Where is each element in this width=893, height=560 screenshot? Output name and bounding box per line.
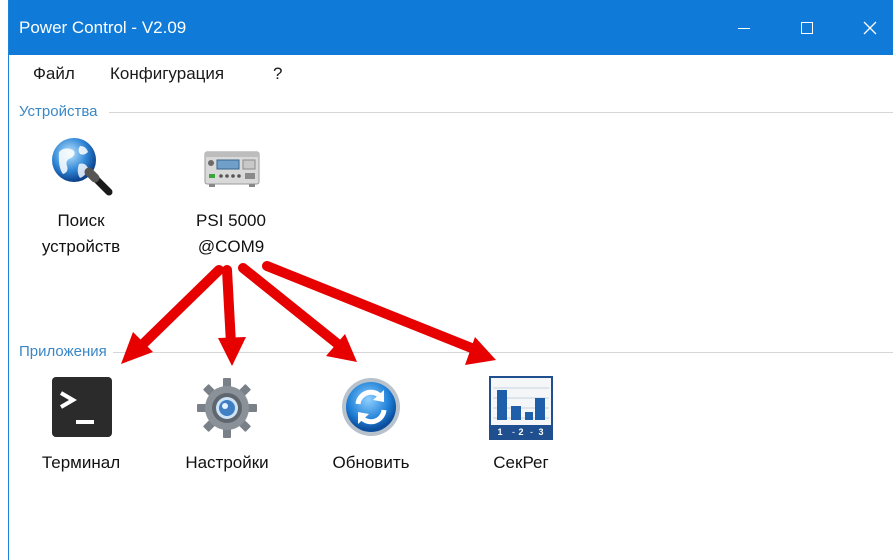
maximize-button[interactable]	[784, 0, 830, 55]
arrow-to-terminal	[135, 265, 224, 352]
window-title: Power Control - V2.09	[19, 18, 187, 37]
power-supply-icon	[204, 151, 260, 187]
tile-search-devices[interactable]: Поиск устройств	[31, 134, 131, 264]
tile-seqreg-label: СекРег	[493, 453, 549, 472]
sequence-chart-icon: 1 - 2 - 3	[489, 376, 553, 440]
tile-update-label: Обновить	[332, 453, 410, 472]
close-icon	[863, 21, 877, 34]
arrow-to-update	[238, 263, 344, 350]
globe-search-icon	[52, 138, 113, 196]
devices-group-label: Устройства	[19, 103, 98, 120]
arrow-to-settings	[222, 265, 236, 349]
maximize-icon	[801, 21, 813, 34]
arrowhead-seqreg	[465, 337, 496, 365]
svg-text:1: 1	[497, 427, 502, 437]
tile-settings-label: Настройки	[185, 453, 269, 472]
tile-terminal-label: Терминал	[41, 453, 121, 472]
tile-update[interactable]: Обновить	[319, 374, 423, 474]
apps-group-label: Приложения	[19, 343, 107, 360]
svg-text:3: 3	[538, 427, 543, 437]
arrowhead-terminal	[121, 332, 153, 364]
tile-psi5000-label: PSI 5000 @COM9	[196, 211, 266, 256]
apps-divider	[113, 352, 893, 353]
title-bar[interactable]: Power Control - V2.09	[9, 0, 893, 55]
gear-icon	[197, 378, 257, 438]
svg-text:-: -	[530, 427, 533, 437]
arrowhead-update	[326, 334, 357, 362]
menu-bar: Файл Конфигурация ?	[9, 55, 893, 93]
svg-text:2: 2	[518, 427, 523, 437]
menu-help[interactable]: ?	[273, 64, 282, 84]
tile-settings[interactable]: Настройки	[171, 374, 283, 474]
arrow-to-seqreg	[262, 261, 479, 354]
menu-file[interactable]: Файл	[33, 64, 75, 84]
tile-search-devices-label: Поиск устройств	[41, 211, 121, 256]
minimize-button[interactable]	[721, 0, 767, 55]
close-button[interactable]	[847, 0, 893, 55]
app-window: Power Control - V2.09 Файл Конфигурация …	[8, 0, 893, 560]
menu-configuration[interactable]: Конфигурация	[110, 64, 224, 84]
svg-text:-: -	[512, 427, 515, 437]
devices-divider	[109, 112, 893, 113]
tile-psi5000-device[interactable]: PSI 5000 @COM9	[181, 134, 281, 264]
refresh-icon	[342, 378, 400, 436]
tile-terminal[interactable]: Терминал	[29, 374, 133, 474]
tile-seqreg[interactable]: 1 - 2 - 3 СекРег	[469, 374, 573, 474]
terminal-icon	[52, 377, 112, 437]
minimize-icon	[738, 27, 750, 29]
